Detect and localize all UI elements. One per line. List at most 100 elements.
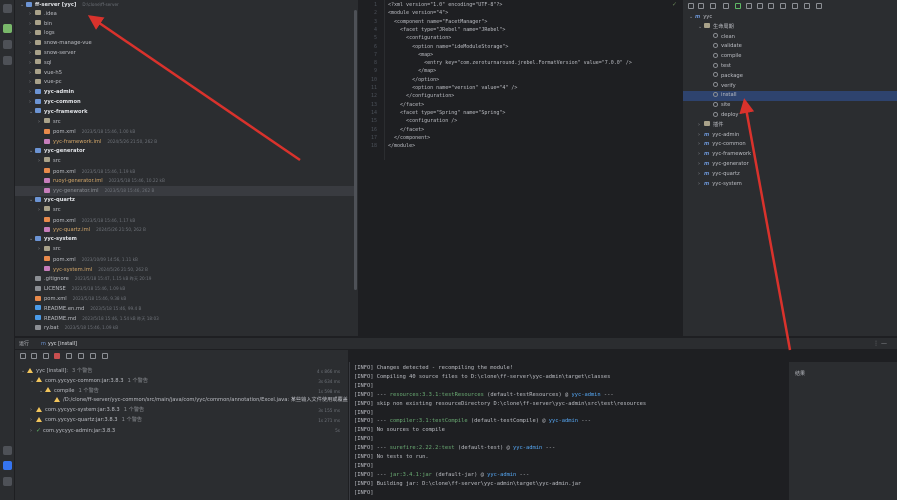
toggle-tree-icon[interactable] xyxy=(43,353,49,359)
refresh-icon[interactable] xyxy=(698,3,704,9)
tree-item[interactable]: pom.xml 2023/5/18 15:46, 1.00 kB xyxy=(15,127,355,137)
code-line[interactable]: </configuration> xyxy=(388,92,454,100)
code-line[interactable]: <?xml version="1.0" encoding="UTF-8"?> xyxy=(388,1,502,9)
maven-item[interactable]: › m yyc-quartz xyxy=(683,170,897,180)
tree-item[interactable]: ⌄ yyc-quartz xyxy=(15,196,355,206)
maven-item[interactable]: › m yyc-framework xyxy=(683,150,897,160)
maven-item[interactable]: › m yyc-common xyxy=(683,140,897,150)
tree-item[interactable]: › yyc-common xyxy=(15,98,355,108)
code-line[interactable]: </module> xyxy=(388,142,415,150)
tree-item[interactable]: › src xyxy=(15,206,355,216)
code-editor[interactable]: 1 2 3 4 5 6 7 8 9 10 11 12 13 14 15 16 17 18 <?xml versio… xyxy=(359,0,681,336)
tree-item[interactable]: › snow-server xyxy=(15,49,355,59)
tree-item[interactable]: pom.xml 2023/10/09 14:56, 1.11 kB xyxy=(15,255,355,265)
tree-item[interactable]: › src xyxy=(15,157,355,167)
tree-item[interactable]: › logs xyxy=(15,29,355,39)
build-item[interactable]: › ✓ com.yycyyc-admin:jar:3.8.3 5s xyxy=(15,426,348,436)
tree-item[interactable]: › sql xyxy=(15,59,355,69)
maven-item[interactable]: ⌄ m yyc xyxy=(683,13,897,23)
build-item[interactable]: › com.yycyyc-system:jar:3.8.3 1 个警告 3s 155 … xyxy=(15,406,348,416)
layout-icon[interactable] xyxy=(90,353,96,359)
settings-icon[interactable] xyxy=(804,3,810,9)
collapse-icon[interactable] xyxy=(792,3,798,9)
tree-item[interactable]: pom.xml 2023/5/18 15:46, 1.19 kB xyxy=(15,167,355,177)
build-tool-icon[interactable] xyxy=(3,461,12,470)
maven-item[interactable]: › 插件 xyxy=(683,121,897,131)
tree-item[interactable]: README.en.md 2023/5/18 15:46, 99.4 B xyxy=(15,304,355,314)
stop-icon[interactable] xyxy=(54,353,60,359)
skip-tests-icon[interactable] xyxy=(768,3,774,9)
tree-item[interactable]: ⌄ ff-server [yyc] D:\clone\ff-server xyxy=(15,0,355,10)
tree-item[interactable]: ⌄ yyc-generator xyxy=(15,147,355,157)
download-icon[interactable] xyxy=(710,3,716,9)
filter-icon[interactable] xyxy=(66,353,72,359)
tree-item[interactable]: yyc-system.iml 2024/5/26 21:50, 262 B xyxy=(15,265,355,275)
tree-item[interactable]: ⌄ yyc-system xyxy=(15,235,355,245)
tab-install[interactable]: m yyc [install] xyxy=(37,338,81,349)
tree-item[interactable]: pom.xml 2023/5/18 15:46, 1.17 kB xyxy=(15,216,355,226)
build-item[interactable]: /D:/clone/ff-server/yyc-common/src/main/… xyxy=(15,396,348,406)
build-item[interactable]: ⌄ compile 1 个警告 1s 598 ms xyxy=(15,387,348,397)
code-line[interactable]: </map> xyxy=(388,67,436,75)
maven-item[interactable]: ⌄ 生命周期 xyxy=(683,23,897,33)
maven-item[interactable]: package xyxy=(683,72,897,82)
maven-item[interactable]: test xyxy=(683,62,897,72)
run-icon[interactable] xyxy=(735,3,741,9)
rerun-icon[interactable] xyxy=(20,353,26,359)
code-line[interactable]: <facet type="JRebel" name="JRebel"> xyxy=(388,26,505,34)
maven-item[interactable]: clean xyxy=(683,33,897,43)
tree-item[interactable]: .gitignore 2023/5/18 15:47, 1.15 kB 昨天 20… xyxy=(15,274,355,284)
tree-item[interactable]: › src xyxy=(15,118,355,128)
maven-item[interactable]: › m yyc-system xyxy=(683,180,897,190)
wrench-icon[interactable] xyxy=(816,3,822,9)
maven-item[interactable]: install xyxy=(683,91,897,102)
code-line[interactable]: <configuration /> xyxy=(388,117,457,125)
tree-scrollbar[interactable] xyxy=(354,10,357,290)
more-icon[interactable] xyxy=(3,56,12,65)
tree-item[interactable]: › snow-manage-vue xyxy=(15,39,355,49)
code-line[interactable]: </component> xyxy=(388,134,430,142)
execute-goal-icon[interactable] xyxy=(746,3,752,9)
tree-item[interactable]: › .idea xyxy=(15,10,355,20)
maven-item[interactable]: › m yyc-generator xyxy=(683,160,897,170)
code-line[interactable]: <option name="version" value="4" /> xyxy=(388,84,517,92)
code-line[interactable]: </facet> xyxy=(388,126,424,134)
tree-item[interactable]: › vue-h5 xyxy=(15,69,355,79)
code-line[interactable]: <entry key="com.zeroturnaround.jrebel.Fo… xyxy=(388,59,632,67)
maven-item[interactable]: deploy xyxy=(683,111,897,121)
restart-icon[interactable] xyxy=(31,353,37,359)
add-icon[interactable] xyxy=(723,3,729,9)
code-line[interactable]: <configuration> xyxy=(388,34,451,42)
tree-item[interactable]: ry.bat 2023/5/18 15:46, 1.09 kB xyxy=(15,323,355,333)
build-item[interactable]: › com.yycyyc-quartz:jar:3.8.3 1 个警告 1s 271 … xyxy=(15,416,348,426)
tree-item[interactable]: › vue-pc xyxy=(15,78,355,88)
code-line[interactable]: <option name="ideModuleStorage"> xyxy=(388,43,508,51)
tree-item[interactable]: ⌄ yyc-framework xyxy=(15,108,355,118)
tree-item[interactable]: › bin xyxy=(15,20,355,30)
run-tool-icon[interactable] xyxy=(3,446,12,455)
menu-icon[interactable] xyxy=(3,4,12,13)
dependencies-icon[interactable] xyxy=(780,3,786,9)
tree-item[interactable]: pom.xml 2023/5/18 15:46, 9.38 kB xyxy=(15,294,355,304)
maven-item[interactable]: compile xyxy=(683,52,897,62)
code-line[interactable]: <facet type="Spring" name="Spring"> xyxy=(388,109,505,117)
tree-item[interactable]: LICENSE 2023/5/18 15:46, 1.09 kB xyxy=(15,284,355,294)
maven-item[interactable]: › m yyc-admin xyxy=(683,131,897,141)
tree-item[interactable]: › yyc-admin xyxy=(15,88,355,98)
more-options-icon[interactable]: ⋮ — xyxy=(873,338,887,349)
structure-icon[interactable] xyxy=(3,40,12,49)
close-icon[interactable]: m xyxy=(41,341,46,347)
code-line[interactable]: </option> xyxy=(388,76,439,84)
tree-item[interactable]: yyc-quartz.iml 2024/5/26 21:50, 262 B xyxy=(15,225,355,235)
tree-item[interactable]: yyc-generator.iml 2023/5/18 15:46, 262 B xyxy=(15,186,355,196)
tree-item[interactable]: ruoyi-generator.iml 2023/5/18 15:46, 10.2… xyxy=(15,176,355,186)
tree-item[interactable]: README.md 2023/5/18 15:46, 1.54 kB 昨天 18:… xyxy=(15,314,355,324)
tree-item[interactable]: › src xyxy=(15,245,355,255)
maven-item[interactable]: verify xyxy=(683,82,897,92)
reload-icon[interactable] xyxy=(688,3,694,9)
project-tool-icon[interactable] xyxy=(3,24,12,33)
export-icon[interactable] xyxy=(102,353,108,359)
toggle-offline-icon[interactable] xyxy=(757,3,763,9)
build-item[interactable]: ⌄ com.yycyyc-common:jar:3.8.3 1 个警告 3s 634 … xyxy=(15,377,348,387)
terminal-icon[interactable] xyxy=(3,477,12,486)
